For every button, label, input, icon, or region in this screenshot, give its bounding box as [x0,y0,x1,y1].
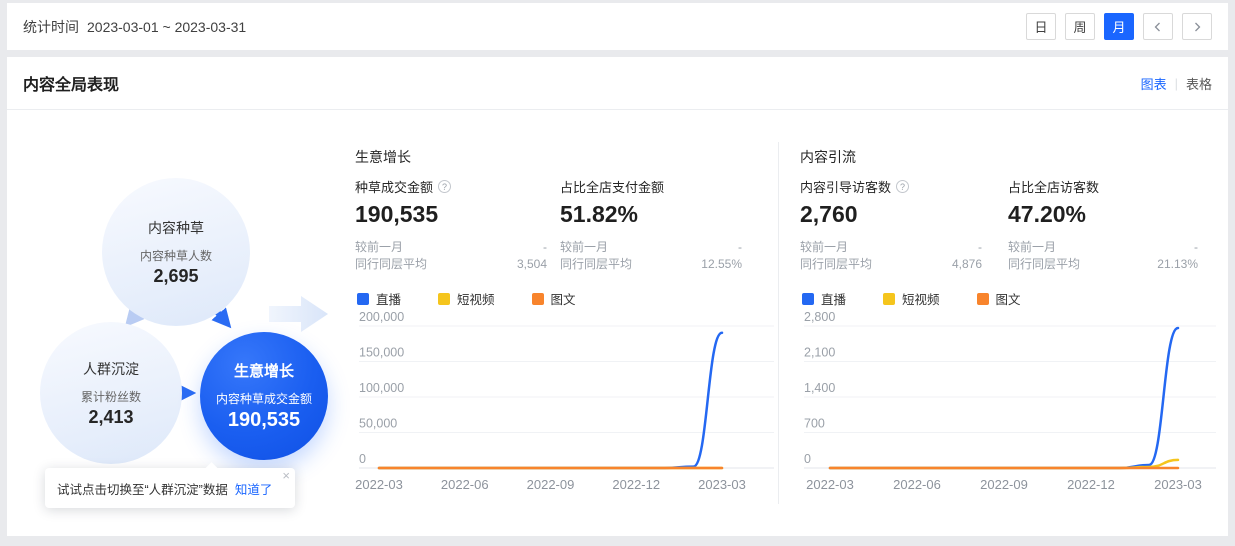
svg-text:150,000: 150,000 [359,346,404,360]
chart-legend: 直播 短视频 图文 [357,289,613,308]
period-day-button[interactable]: 日 [1026,13,1056,40]
topbar: 统计时间 2023-03-01 ~ 2023-03-31 日 周 月 [7,3,1228,50]
bubble-content-seeding[interactable]: 内容种草 内容种草人数 2,695 [102,178,250,326]
legend-item-short-video[interactable]: 短视频 [883,289,940,308]
bubble-value: 2,695 [153,266,198,287]
bubble-value: 190,535 [228,409,300,432]
svg-text:2,800: 2,800 [804,310,835,324]
peer-average-row: 同行同层平均 21.13% [1008,256,1198,273]
bubble-metric: 内容种草成交金额 [216,390,312,407]
got-it-link[interactable]: 知道了 [235,479,273,498]
compare-prev-month-row: 较前一月 - [800,239,982,256]
chevron-right-icon [1192,22,1202,32]
legend-swatch [802,293,814,305]
bubble-title: 生意增长 [234,360,294,381]
panel-divider [778,142,779,504]
legend-swatch [883,293,895,305]
close-icon[interactable]: × [282,469,290,482]
bubble-metric: 累计粉丝数 [81,388,141,405]
svg-text:2022-03: 2022-03 [355,477,403,492]
bubble-value: 2,413 [88,407,133,428]
tooltip-caret [205,462,218,475]
help-icon[interactable]: ? [438,180,451,193]
switch-hint-tooltip: 试试点击切换至“人群沉淀”数据 知道了 × [45,468,295,508]
card-header: 内容全局表现 图表 | 表格 [7,57,1228,110]
business-growth-line-chart: 0 50,000 100,000 150,000 200,000 2022-03 2022-… [355,310,778,500]
legend-swatch [532,293,544,305]
metric-value: 2,760 [800,201,982,228]
metric-label: 占比全店访客数 [1008,177,1099,196]
panel-title: 生意增长 [355,147,411,167]
svg-text:700: 700 [804,417,825,431]
bubble-business-growth[interactable]: 生意增长 内容种草成交金额 190,535 [200,332,328,460]
stat-time-label: 统计时间 [23,17,79,37]
view-switch: 图表 | 表格 [1141,74,1212,93]
svg-text:2022-09: 2022-09 [980,477,1028,492]
next-period-button[interactable] [1182,13,1212,40]
content-traffic-line-chart: 0 700 1,400 2,100 2,800 2022-03 2022-06 2022-09… [800,310,1220,500]
legend-item-short-video[interactable]: 短视频 [438,289,495,308]
help-icon[interactable]: ? [896,180,909,193]
panel-title: 内容引流 [800,147,856,167]
bubble-title: 人群沉淀 [83,359,139,379]
bubble-title: 内容种草 [148,218,204,238]
peer-average-row: 同行同层平均 4,876 [800,256,982,273]
svg-text:2023-03: 2023-03 [1154,477,1202,492]
svg-text:0: 0 [359,452,366,466]
legend-swatch [977,293,989,305]
legend-item-image-text[interactable]: 图文 [977,289,1021,308]
svg-text:1,400: 1,400 [804,381,835,395]
metric-label: 占比全店支付金额 [560,177,664,196]
metric-seeding-gmv: 种草成交金额 ? 190,535 较前一月 - 同行同层平均 3,504 [355,177,547,273]
view-chart-tab[interactable]: 图表 [1141,74,1167,93]
metric-visitor-share: 占比全店访客数 47.20% 较前一月 - 同行同层平均 21.13% [1008,177,1198,273]
period-switcher: 日 周 月 [1026,13,1212,40]
svg-text:50,000: 50,000 [359,417,397,431]
metric-content-visitors: 内容引导访客数 ? 2,760 较前一月 - 同行同层平均 4,876 [800,177,982,273]
compare-prev-month-row: 较前一月 - [1008,239,1198,256]
legend-swatch [438,293,450,305]
svg-text:2022-12: 2022-12 [612,477,660,492]
bubble-audience-retention[interactable]: 人群沉淀 累计粉丝数 2,413 [40,322,182,464]
period-week-button[interactable]: 周 [1065,13,1095,40]
svg-text:0: 0 [804,452,811,466]
card-content: 内容种草 内容种草人数 2,695 人群沉淀 累计粉丝数 2,413 生意增长 … [7,110,1228,535]
legend-item-image-text[interactable]: 图文 [532,289,576,308]
prev-period-button[interactable] [1143,13,1173,40]
tooltip-text: 试试点击切换至“人群沉淀”数据 [57,479,228,498]
compare-prev-month-row: 较前一月 - [560,239,742,256]
svg-text:2022-03: 2022-03 [806,477,854,492]
period-month-button[interactable]: 月 [1104,13,1134,40]
metric-label: 种草成交金额 [355,177,433,196]
svg-text:2023-03: 2023-03 [698,477,746,492]
view-table-tab[interactable]: 表格 [1186,74,1212,93]
svg-text:2022-06: 2022-06 [893,477,941,492]
metric-value: 47.20% [1008,201,1198,228]
bubble-metric: 内容种草人数 [140,247,212,264]
metric-value: 51.82% [560,201,742,228]
chevron-left-icon [1153,22,1163,32]
peer-average-row: 同行同层平均 3,504 [355,256,547,273]
svg-text:2022-06: 2022-06 [441,477,489,492]
svg-text:100,000: 100,000 [359,381,404,395]
svg-text:2022-09: 2022-09 [527,477,575,492]
legend-swatch [357,293,369,305]
funnel-diagram: 内容种草 内容种草人数 2,695 人群沉淀 累计粉丝数 2,413 生意增长 … [7,110,353,530]
svg-text:2022-12: 2022-12 [1067,477,1115,492]
content-performance-card: 内容全局表现 图表 | 表格 [7,57,1228,536]
page-title: 内容全局表现 [23,71,119,95]
svg-text:2,100: 2,100 [804,346,835,360]
arrow-to-charts [269,296,328,332]
metric-label: 内容引导访客数 [800,177,891,196]
svg-text:200,000: 200,000 [359,310,404,324]
legend-item-live[interactable]: 直播 [802,289,846,308]
chart-legend: 直播 短视频 图文 [802,289,1058,308]
compare-prev-month-row: 较前一月 - [355,239,547,256]
peer-average-row: 同行同层平均 12.55% [560,256,742,273]
metric-gmv-share: 占比全店支付金额 51.82% 较前一月 - 同行同层平均 12.55% [560,177,742,273]
view-switch-divider: | [1175,76,1178,91]
date-range: 2023-03-01 ~ 2023-03-31 [87,19,246,35]
legend-item-live[interactable]: 直播 [357,289,401,308]
metric-value: 190,535 [355,201,547,228]
